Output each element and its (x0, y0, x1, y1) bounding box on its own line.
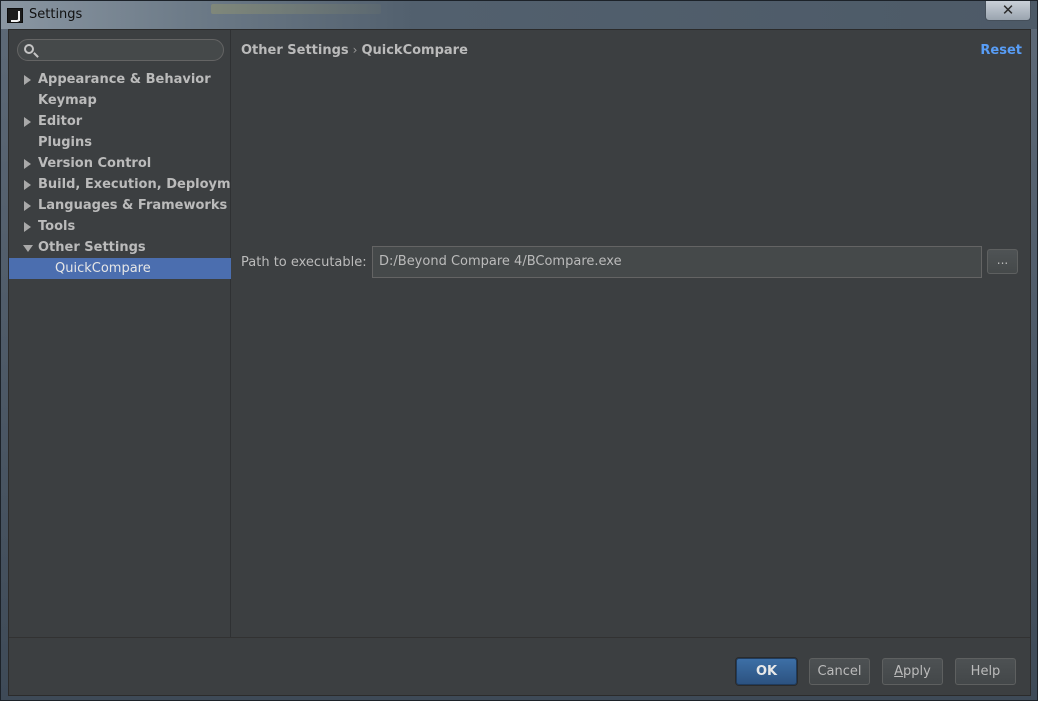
sidebar-item-languages-frameworks[interactable]: Languages & Frameworks (9, 195, 231, 216)
search-box[interactable] (17, 39, 224, 61)
reset-link[interactable]: Reset (980, 43, 1022, 58)
breadcrumb: Other Settings › QuickCompare (241, 43, 468, 58)
sidebar-item-other-settings[interactable]: Other Settings (9, 237, 231, 258)
dialog-body: Appearance & Behavior Keymap Editor Plugins… (8, 29, 1031, 696)
sidebar-item-label: Plugins (38, 135, 92, 150)
sidebar-item-label: Other Settings (38, 240, 146, 255)
sidebar-item-tools[interactable]: Tools (9, 216, 231, 237)
button-bar: OK Cancel Apply Help (9, 637, 1030, 695)
expand-arrow-right-icon[interactable] (24, 75, 31, 85)
path-label: Path to executable: (241, 255, 367, 270)
expand-arrow-right-icon[interactable] (24, 180, 31, 190)
breadcrumb-parent: Other Settings (241, 43, 349, 58)
sidebar-item-keymap[interactable]: Keymap (9, 90, 231, 111)
breadcrumb-separator: › (352, 43, 358, 57)
settings-window: Settings ✕ Appearance & Behavior Keymap Ed… (0, 0, 1038, 701)
sidebar-item-label: Keymap (38, 93, 97, 108)
help-button[interactable]: Help (955, 658, 1016, 685)
breadcrumb-current: QuickCompare (361, 43, 468, 58)
expand-arrow-right-icon[interactable] (24, 201, 31, 211)
close-button[interactable]: ✕ (985, 1, 1031, 21)
search-input[interactable] (40, 41, 216, 59)
expand-arrow-right-icon[interactable] (24, 222, 31, 232)
settings-tree: Appearance & Behavior Keymap Editor Plugins… (9, 69, 255, 279)
cancel-button[interactable]: Cancel (809, 658, 870, 685)
sidebar-item-label: Tools (38, 219, 76, 234)
sidebar-item-label: Appearance & Behavior (38, 72, 211, 87)
expand-arrow-right-icon[interactable] (24, 159, 31, 169)
sidebar-item-version-control[interactable]: Version Control (9, 153, 231, 174)
sidebar-item-quickcompare[interactable]: QuickCompare (9, 258, 231, 279)
sidebar-item-build-execution-deployment[interactable]: Build, Execution, Deployment (9, 174, 255, 195)
sidebar-item-label: QuickCompare (55, 261, 151, 276)
window-title: Settings (29, 7, 83, 22)
title-bar[interactable]: Settings ✕ (1, 1, 1037, 29)
settings-sidebar: Appearance & Behavior Keymap Editor Plugins… (9, 30, 255, 637)
sidebar-item-appearance-behavior[interactable]: Appearance & Behavior (9, 69, 231, 90)
sidebar-item-editor[interactable]: Editor (9, 111, 231, 132)
ok-button[interactable]: OK (736, 658, 797, 685)
sidebar-item-label: Build, Execution, Deployment (38, 177, 255, 192)
background-ghost-text (211, 4, 381, 14)
settings-content: Other Settings › QuickCompare Reset Path t… (231, 30, 1030, 637)
apply-button[interactable]: Apply (882, 658, 943, 685)
sidebar-item-label: Version Control (38, 156, 152, 171)
search-icon (24, 44, 34, 54)
intellij-icon (7, 8, 23, 23)
expand-arrow-down-icon[interactable] (23, 245, 33, 252)
sidebar-item-label: Editor (38, 114, 83, 129)
path-field[interactable]: D:/Beyond Compare 4/BCompare.exe (372, 246, 982, 278)
sidebar-item-plugins[interactable]: Plugins (9, 132, 231, 153)
expand-arrow-right-icon[interactable] (24, 117, 31, 127)
browse-button[interactable]: ... (987, 249, 1018, 274)
sidebar-item-label: Languages & Frameworks (38, 198, 228, 213)
